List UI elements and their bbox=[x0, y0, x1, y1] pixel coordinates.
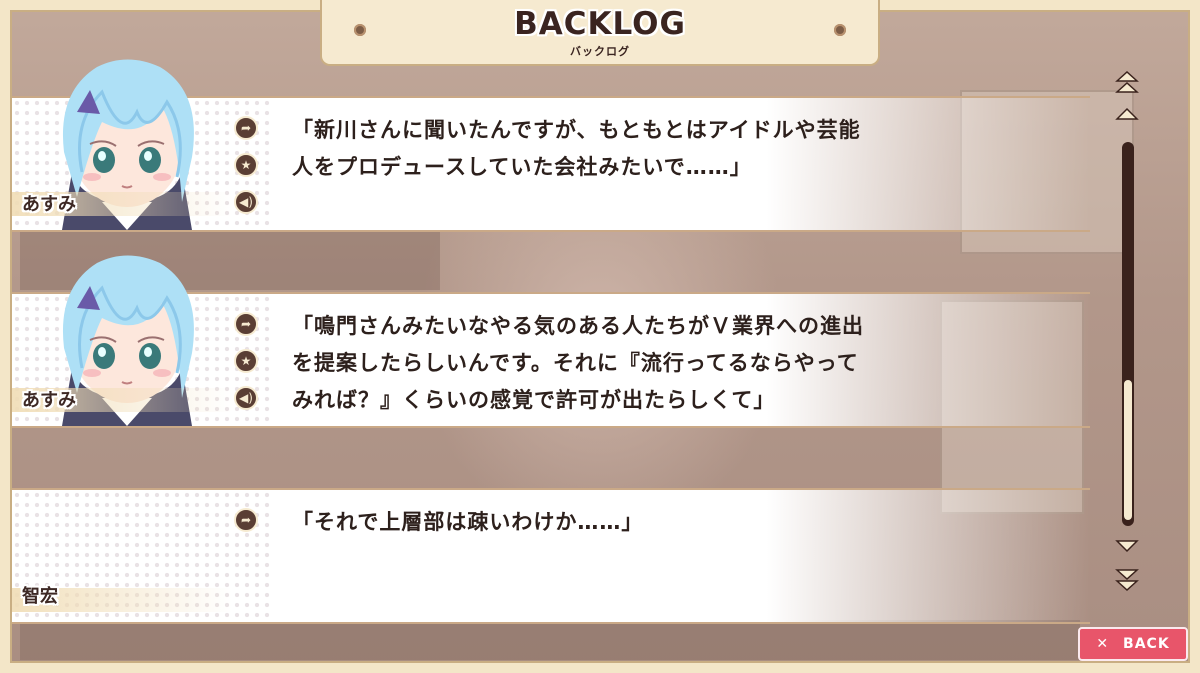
scrollbar-thumb[interactable] bbox=[1122, 378, 1134, 522]
back-button-label: BACK bbox=[1123, 636, 1170, 652]
backlog-entry: 智宏 ➦ 「それで上層部は疎いわけか……」 bbox=[12, 488, 1090, 624]
backlog-entry: あすみ ➦ ★ ◀) 「新川さんに聞いたんですが、もともとはアイドルや芸能 人を… bbox=[12, 59, 1090, 232]
page-subtitle: バックログ bbox=[570, 45, 630, 58]
dialog-line: 「それで上層部は疎いわけか……」 bbox=[292, 510, 644, 534]
backlog-entry: あすみ ➦ ★ ◀) 「鳴門さんみたいなやる気のある人たちがＶ業界への進出 を提… bbox=[12, 255, 1090, 428]
speaker-name: あすみ bbox=[22, 194, 76, 215]
dialog-line: みれば？』くらいの感覚で許可が出たらしくて」 bbox=[292, 388, 776, 412]
dialog-line: 「鳴門さんみたいなやる気のある人たちがＶ業界への進出 bbox=[292, 314, 864, 338]
jump-icon[interactable]: ➦ bbox=[234, 312, 258, 336]
scroll-top-icon[interactable] bbox=[1115, 70, 1139, 94]
speaker-name: 智宏 bbox=[22, 586, 58, 607]
scroll-bottom-icon[interactable] bbox=[1115, 568, 1139, 592]
close-x-icon: ✕ bbox=[1096, 636, 1110, 652]
favorite-star-icon[interactable]: ★ bbox=[234, 153, 258, 177]
scroll-up-icon[interactable] bbox=[1115, 107, 1139, 121]
title-tab: BACKLOG バックログ bbox=[320, 0, 880, 66]
dialog-line: 人をプロデュースしていた会社みたいで……」 bbox=[292, 155, 752, 179]
speaker-name: あすみ bbox=[22, 390, 76, 411]
background-floor bbox=[20, 620, 1080, 660]
jump-icon[interactable]: ➦ bbox=[234, 116, 258, 140]
favorite-star-icon[interactable]: ★ bbox=[234, 349, 258, 373]
voice-replay-icon[interactable]: ◀) bbox=[234, 190, 258, 214]
dialog-line: 「新川さんに聞いたんですが、もともとはアイドルや芸能 bbox=[292, 118, 861, 142]
scroll-down-icon[interactable] bbox=[1115, 539, 1139, 553]
voice-replay-icon[interactable]: ◀) bbox=[234, 386, 258, 410]
jump-icon[interactable]: ➦ bbox=[234, 508, 258, 532]
page-title: BACKLOG bbox=[514, 6, 686, 42]
dialog-line: を提案したらしいんです。それに『流行ってるならやって bbox=[292, 351, 859, 375]
back-button[interactable]: ✕ BACK bbox=[1078, 627, 1188, 661]
